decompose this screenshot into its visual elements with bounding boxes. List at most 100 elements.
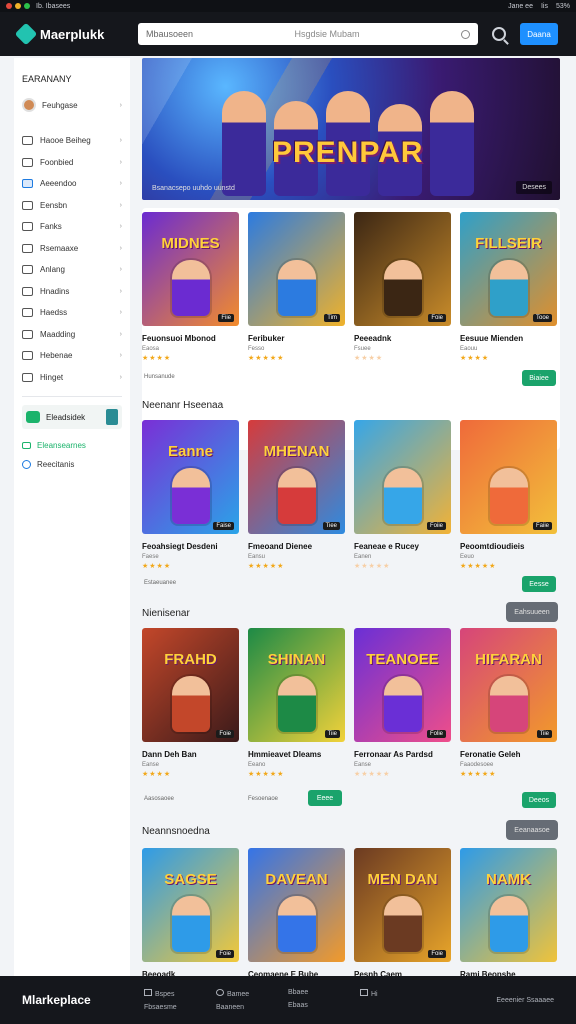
hero-button[interactable]: Desees — [516, 181, 552, 194]
promo-side-icon[interactable] — [106, 409, 118, 425]
app-name: Maerplukk — [40, 26, 105, 42]
profile-item[interactable]: Feuhgase › — [22, 98, 122, 112]
game-thumbnail[interactable]: MEN DAN Foie — [354, 848, 451, 962]
game-card[interactable]: MIDNES Fiie Feuonsuoi Mbonod Eaosa ★★★★ — [142, 212, 239, 362]
bottom-nav-sub: Ebaas — [288, 1002, 308, 1009]
sidebar-item[interactable]: Hnadins › — [22, 281, 122, 303]
sidebar-item[interactable]: Haedss › — [22, 302, 122, 324]
game-thumbnail[interactable]: SHINAN Tiie — [248, 628, 345, 742]
bottom-nav-item[interactable]: Bamee Baaneen — [216, 989, 266, 1011]
sidebar-item[interactable]: Fanks › — [22, 216, 122, 238]
close-dot[interactable] — [6, 3, 12, 9]
sidebar-item[interactable]: Aeeendoo › — [22, 173, 122, 195]
game-thumbnail[interactable]: Foiie — [354, 420, 451, 534]
divider — [22, 396, 122, 397]
sidebar-item[interactable]: Eensbn › — [22, 195, 122, 217]
section-action-button[interactable]: Biaiee — [522, 370, 556, 386]
game-card[interactable]: FRAHD Foie Dann Deh Ban Eanse ★★★★ — [142, 628, 239, 778]
game-card[interactable]: DAVEAN Ceomaene E Bube — [248, 848, 345, 979]
card-grid: Eanne Faise Feoahsiegt Desdeni Faese ★★★★ MHE… — [142, 420, 557, 570]
section-title: Neenanr Hseenaa — [142, 400, 224, 411]
game-card[interactable]: TEANOEE Folie Ferronaar As Pardsd Eanse ★★★★… — [354, 628, 451, 778]
sidebar-item-label: Hinget — [40, 372, 64, 382]
game-badge: Fiie — [218, 314, 234, 322]
game-thumbnail[interactable]: HIFARAN Tiie — [460, 628, 557, 742]
game-art-title: MEN DAN — [367, 871, 438, 888]
game-thumbnail[interactable]: SAGSE Foie — [142, 848, 239, 962]
status-bar: Ib. Ibasees Jane ee Iis 53% — [0, 0, 576, 12]
game-card[interactable]: MHENAN Tiee Fmeoand Dienee Eansu ★★★★★ — [248, 420, 345, 570]
game-thumbnail[interactable]: Foie — [354, 212, 451, 326]
character-art — [172, 260, 210, 316]
chevron-right-icon: › — [119, 223, 122, 231]
section-side-button[interactable]: Eahsuueen — [506, 602, 558, 622]
game-badge: Foie — [216, 730, 234, 738]
star-rating: ★★★★★ — [248, 563, 285, 570]
hero-caption: Bsanacsepo uuhdo uunstd — [152, 185, 235, 192]
section-action-button[interactable]: Eesse — [522, 576, 556, 592]
game-thumbnail[interactable]: MHENAN Tiee — [248, 420, 345, 534]
game-thumbnail[interactable]: DAVEAN — [248, 848, 345, 962]
app-logo[interactable]: Maerplukk — [14, 22, 138, 46]
section-footnote: Estaeuanee — [144, 580, 177, 586]
bottom-right[interactable]: Eeeenier Ssaaaee — [496, 997, 554, 1004]
sidebar-item[interactable]: Haooe Beiheg › — [22, 130, 122, 152]
sidebar-item[interactable]: Hinget › — [22, 367, 122, 389]
game-card[interactable]: Tim Feribuker Fesso ★★★★★ — [248, 212, 345, 362]
game-badge: Foiie — [426, 522, 446, 530]
game-thumbnail[interactable]: FRAHD Foie — [142, 628, 239, 742]
character-art — [490, 676, 528, 732]
chevron-right-icon: › — [119, 101, 122, 109]
game-card[interactable]: MEN DAN Foie Pesnh Caem — [354, 848, 451, 979]
search-input[interactable]: Mbausoeen Hsgdsie Mubam — [138, 23, 478, 45]
card-action-button[interactable]: Eeee — [308, 790, 342, 806]
section-side-button[interactable]: Eeanaasoe — [506, 820, 558, 840]
game-card[interactable]: Foie Peeeadnk Fsuee ★★★★ — [354, 212, 451, 362]
bottom-nav-item[interactable]: Hi — [360, 989, 410, 1011]
game-thumbnail[interactable]: NAMK — [460, 848, 557, 962]
sidebar-item[interactable]: Rsemaaxe › — [22, 238, 122, 260]
game-thumbnail[interactable]: MIDNES Fiie — [142, 212, 239, 326]
sidebar-promo[interactable]: Eleadsidek — [22, 405, 122, 429]
bottom-nav-item[interactable]: Bspes Fbsaesme — [144, 989, 194, 1011]
game-card[interactable]: HIFARAN Tiie Feronatie Geleh Faaodesoee ★★★★… — [460, 628, 557, 778]
game-card[interactable]: SHINAN Tiie Hmmieavet Dleams Eeano ★★★★★ — [248, 628, 345, 778]
game-card[interactable]: Eanne Faise Feoahsiegt Desdeni Faese ★★★★ — [142, 420, 239, 570]
box-icon — [22, 265, 33, 275]
profile-name: Feuhgase — [42, 100, 78, 110]
sidebar-item[interactable]: Maadding › — [22, 324, 122, 346]
game-card[interactable]: SAGSE Foie Beeoadk — [142, 848, 239, 979]
character-art — [278, 676, 316, 732]
game-thumbnail[interactable]: TEANOEE Folie — [354, 628, 451, 742]
sidebar-item[interactable]: Foonbied › — [22, 152, 122, 174]
header-cta-button[interactable]: Daana — [520, 23, 558, 45]
game-title: Peeeadnk — [354, 334, 392, 343]
game-thumbnail[interactable]: FILLSEIR Tooe — [460, 212, 557, 326]
game-card[interactable]: Faiie Peoomtdioudieis Eeuo ★★★★★ — [460, 420, 557, 570]
bottom-nav-item[interactable]: Bbaee Ebaas — [288, 989, 338, 1011]
minimize-dot[interactable] — [15, 3, 21, 9]
chevron-right-icon: › — [119, 373, 122, 381]
search-icon[interactable] — [492, 27, 506, 41]
game-thumbnail[interactable]: Faiie — [460, 420, 557, 534]
chevron-right-icon: › — [119, 330, 122, 338]
sidebar-sub-other[interactable]: Reecitanis — [22, 460, 122, 469]
game-title: Hmmieavet Dleams — [248, 750, 322, 759]
character-art — [278, 468, 316, 524]
character-art — [278, 896, 316, 952]
game-card[interactable]: Foiie Feaneae e Rucey Eanen ★★★★★ — [354, 420, 451, 570]
section-action-button[interactable]: Deeos — [522, 792, 556, 808]
sidebar-item[interactable]: Anlang › — [22, 259, 122, 281]
game-art-title: DAVEAN — [265, 871, 328, 888]
game-card[interactable]: FILLSEIR Tooe Eesuue Mienden Eaouu ★★★★ — [460, 212, 557, 362]
game-thumbnail[interactable]: Eanne Faise — [142, 420, 239, 534]
sub-active-label: Eleansearnes — [37, 441, 86, 450]
game-thumbnail[interactable]: Tim — [248, 212, 345, 326]
star-rating: ★★★★ — [354, 355, 384, 362]
bottom-brand[interactable]: Mlarkeplace — [22, 993, 144, 1007]
sidebar-sub-active[interactable]: Eleansearnes — [22, 441, 122, 450]
game-card[interactable]: NAMK Rami Beonshe — [460, 848, 557, 979]
maximize-dot[interactable] — [24, 3, 30, 9]
hero-banner[interactable]: PRENPAR Bsanacsepo uuhdo uunstd Desees — [142, 58, 560, 200]
sidebar-item[interactable]: Hebenae › — [22, 345, 122, 367]
